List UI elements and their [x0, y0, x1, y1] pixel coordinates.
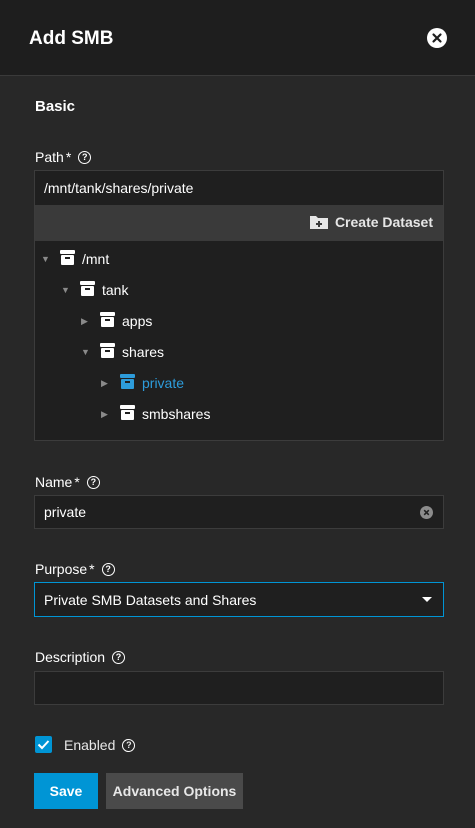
name-label: Name * ?: [35, 474, 100, 490]
dataset-icon: [79, 280, 96, 300]
name-value: private: [44, 504, 87, 520]
save-button[interactable]: Save: [34, 773, 98, 809]
dataset-icon: [99, 342, 116, 362]
purpose-select[interactable]: Private SMB Datasets and Shares: [34, 582, 444, 617]
close-icon[interactable]: [427, 28, 447, 48]
tree-node-label: tank: [102, 282, 129, 298]
description-label: Description ?: [35, 649, 126, 665]
tree-node-private[interactable]: ▶ private: [101, 373, 184, 393]
required-mark: *: [74, 474, 80, 490]
purpose-value: Private SMB Datasets and Shares: [44, 591, 257, 608]
dataset-icon: [59, 249, 76, 269]
purpose-label: Purpose * ?: [35, 561, 115, 577]
chevron-right-icon[interactable]: ▶: [101, 378, 115, 389]
tree-node-label: shares: [122, 344, 165, 360]
dialog-title: Add SMB: [29, 28, 114, 49]
create-dataset-label: Create Dataset: [334, 214, 433, 230]
dataset-icon: [99, 311, 116, 331]
caret-down-icon[interactable]: [422, 597, 432, 602]
tree-node-smbshares[interactable]: ▶ smbshares: [101, 404, 210, 424]
folder-plus-icon: [309, 216, 328, 229]
help-icon[interactable]: ?: [122, 738, 136, 752]
enabled-label: Enabled ?: [64, 737, 136, 753]
tree-node-mnt[interactable]: ▼ /mnt: [41, 249, 109, 269]
dialog-header: Add SMB: [0, 0, 475, 76]
chevron-down-icon[interactable]: ▼: [61, 285, 75, 295]
required-mark: *: [65, 149, 72, 165]
chevron-right-icon[interactable]: ▶: [101, 409, 115, 420]
description-field[interactable]: [34, 671, 444, 705]
tree-toolbar: Create Dataset: [35, 205, 443, 241]
help-icon[interactable]: ?: [112, 650, 126, 664]
path-label: Path * ?: [35, 149, 92, 165]
path-input[interactable]: /mnt/tank/shares/private: [44, 180, 193, 196]
required-mark: *: [89, 561, 95, 577]
tree-node-label: /mnt: [82, 251, 110, 267]
help-icon[interactable]: ?: [101, 562, 115, 576]
name-field[interactable]: private: [34, 495, 444, 529]
tree-node-shares[interactable]: ▼ shares: [81, 342, 164, 362]
help-icon[interactable]: ?: [86, 475, 100, 489]
path-label-text: Path: [35, 149, 64, 165]
enabled-label-text: Enabled: [64, 737, 116, 753]
help-icon[interactable]: ?: [78, 150, 92, 164]
tree-node-label: smbshares: [142, 406, 211, 422]
dataset-icon: [119, 404, 136, 424]
path-explorer: /mnt/tank/shares/private Create Dataset …: [34, 170, 444, 441]
section-title-basic: Basic: [35, 98, 76, 115]
tree-node-apps[interactable]: ▶ apps: [81, 311, 152, 331]
enabled-checkbox[interactable]: [35, 736, 52, 753]
purpose-label-text: Purpose: [35, 561, 88, 577]
tree-node-label: apps: [122, 313, 153, 329]
description-label-text: Description: [35, 649, 106, 665]
chevron-down-icon[interactable]: ▼: [81, 347, 95, 357]
clear-icon[interactable]: [420, 506, 433, 519]
dataset-icon: [119, 373, 136, 393]
name-label-text: Name: [35, 474, 73, 490]
check-icon: [37, 740, 50, 750]
create-dataset-button[interactable]: Create Dataset: [309, 214, 433, 230]
chevron-down-icon[interactable]: ▼: [41, 254, 55, 264]
tree-node-tank[interactable]: ▼ tank: [61, 280, 128, 300]
chevron-right-icon[interactable]: ▶: [81, 316, 95, 327]
advanced-options-button[interactable]: Advanced Options: [106, 773, 243, 809]
tree-node-label: private: [142, 375, 185, 391]
